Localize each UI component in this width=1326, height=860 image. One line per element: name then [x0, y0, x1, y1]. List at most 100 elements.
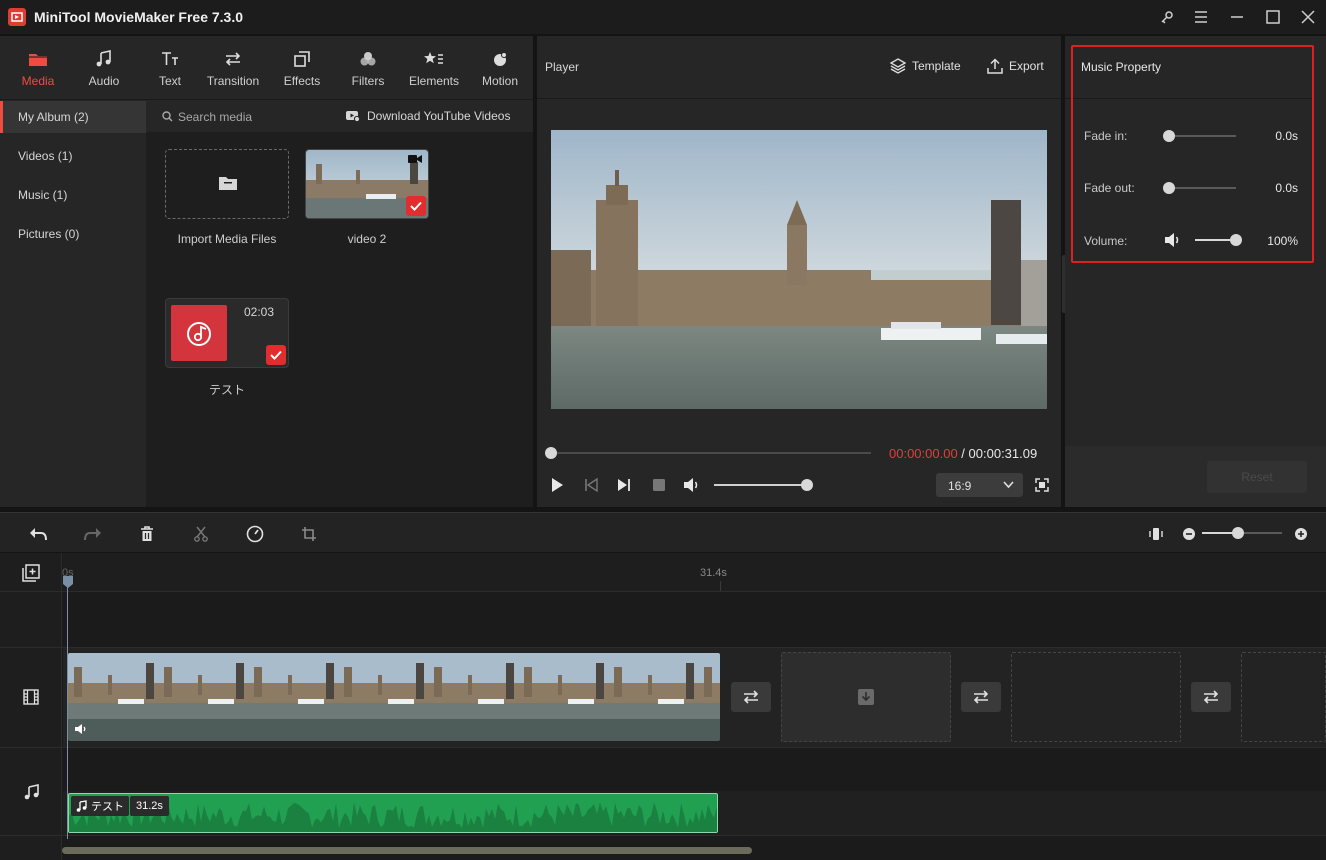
export-button[interactable]: Export: [987, 58, 1044, 74]
music-property-panel: Music Property Fade in: 0.0s Fade out: 0…: [1065, 36, 1326, 507]
video-clip[interactable]: [68, 653, 720, 741]
fullscreen-icon[interactable]: [1035, 478, 1049, 492]
highlight-box: [1071, 45, 1314, 263]
volume-icon[interactable]: [1164, 232, 1182, 248]
audio-clip-name: テスト: [91, 801, 124, 813]
search-input[interactable]: Search media: [178, 110, 252, 124]
video-thumbnail[interactable]: [305, 149, 429, 219]
fade-in-track[interactable]: [1168, 135, 1236, 137]
media-panel: Media Audio Text Transition Effects Filt…: [0, 36, 533, 507]
album-item-music[interactable]: Music (1): [0, 179, 146, 211]
aspect-ratio-select[interactable]: 16:9: [936, 473, 1023, 497]
media-content: Search media Download YouTube Videos Imp…: [146, 100, 533, 507]
timeline-scrollbar[interactable]: [62, 847, 752, 854]
video-preview[interactable]: [551, 130, 1047, 409]
download-youtube-button[interactable]: Download YouTube Videos: [367, 109, 510, 123]
elements-icon: [424, 48, 444, 70]
fade-in-handle[interactable]: [1163, 130, 1175, 142]
empty-track: [63, 592, 1326, 647]
stop-icon[interactable]: [652, 478, 666, 492]
redo-icon[interactable]: [82, 523, 104, 545]
video-camera-icon: [408, 154, 422, 164]
minimize-icon[interactable]: [1226, 6, 1248, 28]
key-icon[interactable]: [1156, 6, 1178, 28]
empty-media-slot[interactable]: [1011, 652, 1181, 742]
time-display: 00:00:00.00 / 00:00:31.09: [889, 446, 1037, 461]
music-duration: 02:03: [243, 305, 274, 319]
player-volume-track[interactable]: [714, 484, 809, 486]
music-volume-handle[interactable]: [1230, 234, 1242, 246]
music-thumbnail[interactable]: 02:03: [165, 298, 289, 368]
fade-in-value: 0.0s: [1275, 129, 1298, 143]
playback-progress-handle[interactable]: [545, 447, 557, 459]
timeline-toolbar: [0, 512, 1326, 552]
import-media-label: Import Media Files: [177, 232, 277, 246]
previous-frame-icon[interactable]: [583, 477, 599, 493]
delete-icon[interactable]: [136, 523, 158, 545]
player-title: Player: [545, 60, 580, 74]
time-ruler[interactable]: [63, 553, 1326, 591]
app-title: MiniTool MovieMaker Free 7.3.0: [34, 9, 244, 25]
close-icon[interactable]: [1297, 6, 1319, 28]
playhead-handle[interactable]: [62, 575, 74, 589]
fade-out-track[interactable]: [1168, 187, 1236, 189]
time-current: 00:00:00.00: [889, 446, 958, 461]
tab-elements[interactable]: Elements: [401, 36, 467, 100]
album-item-my-album[interactable]: My Album (2): [0, 101, 146, 133]
fade-out-label: Fade out:: [1084, 181, 1135, 195]
zoom-in-icon[interactable]: [1290, 523, 1312, 545]
album-item-videos[interactable]: Videos (1): [0, 140, 146, 172]
music-volume-track[interactable]: [1195, 239, 1235, 241]
audio-clip-tag: テスト: [71, 796, 129, 816]
album-item-pictures[interactable]: Pictures (0): [0, 218, 146, 250]
timeline-zoom-handle[interactable]: [1232, 527, 1244, 539]
audio-clip[interactable]: テスト 31.2s: [68, 793, 718, 833]
volume-icon[interactable]: [683, 477, 701, 493]
search-bar[interactable]: Search media Download YouTube Videos: [146, 100, 533, 132]
tab-effects[interactable]: Effects: [269, 36, 335, 100]
fade-out-handle[interactable]: [1163, 182, 1175, 194]
reset-button[interactable]: Reset: [1207, 461, 1307, 493]
tab-text[interactable]: Text: [137, 36, 203, 100]
maximize-icon[interactable]: [1262, 6, 1284, 28]
track-headers: [0, 553, 62, 860]
music-note-icon: [76, 800, 87, 812]
template-button[interactable]: Template: [890, 58, 961, 74]
import-media-button[interactable]: [165, 149, 289, 219]
drop-media-slot[interactable]: [781, 652, 951, 742]
tab-audio[interactable]: Audio: [71, 36, 137, 100]
next-frame-icon[interactable]: [616, 477, 632, 493]
text-icon: [161, 48, 179, 70]
crop-icon[interactable]: [298, 523, 320, 545]
audio-track-icon: [24, 784, 39, 800]
add-track-icon[interactable]: [22, 564, 40, 582]
tab-filters[interactable]: Filters: [335, 36, 401, 100]
undo-icon[interactable]: [27, 523, 49, 545]
time-separator: /: [957, 446, 969, 461]
tab-motion[interactable]: Motion: [467, 36, 533, 100]
volume-label: Volume:: [1084, 234, 1128, 248]
tab-media[interactable]: Media: [5, 36, 71, 100]
player-volume-handle[interactable]: [801, 479, 813, 491]
zoom-out-icon[interactable]: [1178, 523, 1200, 545]
speed-icon[interactable]: [244, 523, 266, 545]
menu-icon[interactable]: [1190, 6, 1212, 28]
split-scissors-icon[interactable]: [190, 523, 212, 545]
clip-volume-icon[interactable]: [74, 723, 88, 735]
fade-in-label: Fade in:: [1084, 129, 1128, 143]
music-label: テスト: [208, 383, 245, 397]
video-label: video 2: [347, 232, 387, 246]
layers-icon: [890, 58, 906, 74]
playback-progress-track[interactable]: [551, 452, 871, 454]
transition-slot-button[interactable]: [1191, 682, 1231, 712]
empty-media-slot[interactable]: [1241, 652, 1326, 742]
transition-slot-button[interactable]: [961, 682, 1001, 712]
motion-icon: [491, 48, 509, 70]
fit-timeline-icon[interactable]: [1145, 523, 1167, 545]
selected-check-icon: [266, 345, 286, 365]
transition-slot-button[interactable]: [731, 682, 771, 712]
music-note-icon: [95, 48, 113, 70]
tab-transition[interactable]: Transition: [200, 36, 266, 100]
play-icon[interactable]: [549, 477, 565, 493]
timeline: 0s 31.4s テスト 31.2s: [0, 553, 1326, 860]
